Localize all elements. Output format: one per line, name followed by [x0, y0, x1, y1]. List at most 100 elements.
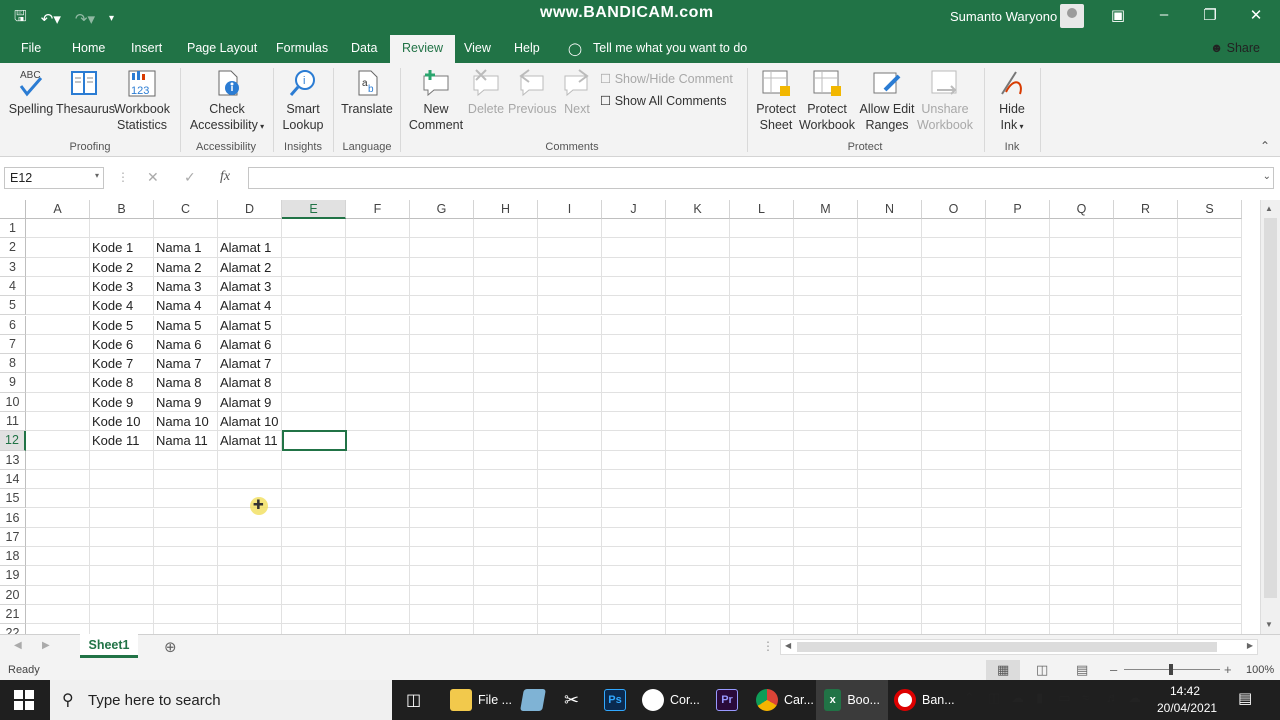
cell[interactable] — [282, 392, 346, 412]
cell[interactable] — [1114, 354, 1178, 374]
cell[interactable] — [1114, 257, 1178, 277]
cell[interactable] — [538, 373, 602, 393]
cell[interactable] — [922, 469, 986, 490]
row-header[interactable]: 8 — [0, 354, 26, 374]
cell[interactable] — [794, 334, 858, 355]
cell[interactable] — [90, 566, 154, 586]
cell[interactable] — [986, 219, 1050, 239]
cell[interactable] — [218, 547, 282, 567]
cell[interactable] — [922, 219, 986, 239]
cell[interactable] — [602, 508, 666, 528]
tab-home[interactable]: Home — [72, 41, 105, 55]
cell[interactable] — [730, 508, 794, 528]
cell[interactable] — [858, 585, 922, 605]
cell[interactable] — [1114, 547, 1178, 567]
cell[interactable] — [730, 469, 794, 490]
cell[interactable] — [90, 527, 154, 548]
cell[interactable] — [602, 566, 666, 586]
cell[interactable] — [218, 566, 282, 586]
previous-comment-button[interactable]: Previous — [508, 68, 557, 117]
column-header[interactable]: F — [346, 200, 410, 219]
hide-ink-button[interactable]: Hide Ink ▾ — [992, 68, 1032, 135]
cell[interactable] — [410, 257, 474, 277]
cell[interactable] — [410, 334, 474, 355]
cell[interactable] — [538, 489, 602, 509]
cell[interactable]: Nama 6 — [154, 334, 218, 355]
cell[interactable] — [538, 315, 602, 335]
cell[interactable] — [1178, 624, 1242, 634]
cell[interactable] — [602, 392, 666, 412]
cell[interactable] — [730, 276, 794, 297]
cell[interactable] — [922, 508, 986, 528]
cell[interactable] — [922, 296, 986, 316]
taskbar-app-corel[interactable]: Cor... — [642, 680, 700, 720]
cell[interactable] — [26, 527, 90, 548]
cell[interactable] — [410, 508, 474, 528]
show-all-comments-button[interactable]: ☐ Show All Comments — [600, 93, 727, 109]
cell[interactable]: Alamat 6 — [218, 334, 282, 355]
cell[interactable] — [1178, 489, 1242, 509]
cell[interactable] — [858, 257, 922, 277]
protect-sheet-button[interactable]: Protect Sheet — [754, 68, 798, 133]
cell[interactable] — [410, 315, 474, 335]
cell[interactable] — [602, 373, 666, 393]
save-icon[interactable]: 🖫 — [14, 6, 27, 31]
cell[interactable] — [730, 354, 794, 374]
cell[interactable] — [794, 489, 858, 509]
taskbar-app-photoshop[interactable]: Ps — [604, 680, 626, 720]
cell[interactable] — [858, 238, 922, 258]
scroll-thumb[interactable] — [797, 642, 1217, 652]
restore-icon[interactable]: ❐ — [1200, 6, 1220, 24]
cell[interactable] — [730, 412, 794, 432]
cell[interactable] — [218, 450, 282, 470]
cell[interactable] — [986, 373, 1050, 393]
cell[interactable] — [602, 315, 666, 335]
cell[interactable] — [858, 605, 922, 625]
new-comment-button[interactable]: New Comment — [407, 68, 465, 133]
cell[interactable] — [410, 547, 474, 567]
next-comment-button[interactable]: Next — [558, 68, 596, 117]
cell[interactable] — [346, 489, 410, 509]
cell[interactable] — [154, 547, 218, 567]
cell[interactable] — [794, 527, 858, 548]
task-view-icon[interactable]: ◫ — [406, 690, 421, 710]
cell[interactable] — [26, 238, 90, 258]
cell[interactable] — [346, 527, 410, 548]
redo-icon[interactable]: ↷▾ — [75, 10, 95, 28]
column-header[interactable]: I — [538, 200, 602, 219]
cell[interactable] — [858, 296, 922, 316]
cell[interactable] — [538, 392, 602, 412]
cloud-icon[interactable]: ☁ — [1011, 690, 1024, 706]
row-header[interactable]: 18 — [0, 547, 26, 567]
cell[interactable] — [282, 527, 346, 548]
cell[interactable] — [90, 508, 154, 528]
cell[interactable] — [666, 547, 730, 567]
cell[interactable] — [346, 334, 410, 355]
cell[interactable] — [1178, 431, 1242, 451]
cell[interactable] — [666, 469, 730, 490]
cell[interactable] — [282, 489, 346, 509]
cell[interactable] — [986, 257, 1050, 277]
row-header[interactable]: 1 — [0, 219, 26, 239]
cell[interactable] — [730, 450, 794, 470]
cell[interactable] — [154, 508, 218, 528]
cell[interactable]: Kode 3 — [90, 276, 154, 297]
cell[interactable] — [26, 624, 90, 634]
enter-icon[interactable]: ✓ — [184, 169, 196, 186]
cell[interactable] — [218, 624, 282, 634]
share-button[interactable]: ☻ Share — [1210, 41, 1260, 55]
cell[interactable] — [986, 238, 1050, 258]
cell[interactable]: Nama 10 — [154, 412, 218, 432]
cell[interactable] — [666, 450, 730, 470]
tab-view[interactable]: View — [464, 41, 491, 55]
cell[interactable]: Kode 6 — [90, 334, 154, 355]
cell[interactable] — [154, 219, 218, 239]
cell[interactable] — [922, 257, 986, 277]
cell[interactable] — [218, 219, 282, 239]
cell[interactable]: Kode 8 — [90, 373, 154, 393]
cell[interactable] — [1178, 373, 1242, 393]
cell[interactable] — [538, 276, 602, 297]
cell[interactable] — [666, 566, 730, 586]
cell[interactable] — [1050, 412, 1114, 432]
cell[interactable] — [154, 605, 218, 625]
